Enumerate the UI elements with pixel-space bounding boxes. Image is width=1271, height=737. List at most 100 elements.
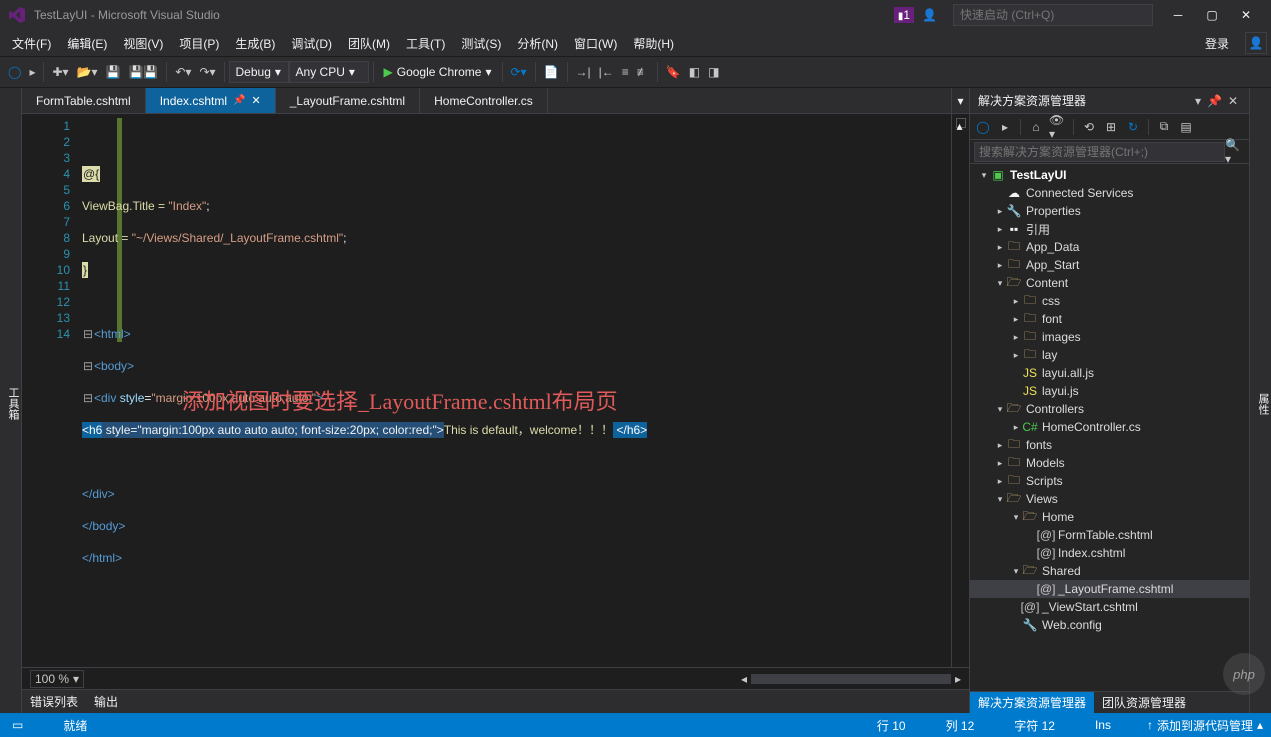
tree-item-css[interactable]: ▸🗀css: [970, 292, 1249, 310]
expand-icon[interactable]: ▾: [978, 170, 990, 181]
pin-icon[interactable]: 📌: [233, 95, 245, 106]
tree-item-app-data[interactable]: ▸🗀App_Data: [970, 238, 1249, 256]
sync-button[interactable]: 👁▾: [1049, 118, 1067, 136]
open-file-button[interactable]: 📂▾: [73, 61, 102, 83]
tree-item-font[interactable]: ▸🗀font: [970, 310, 1249, 328]
close-icon[interactable]: ✕: [252, 94, 261, 107]
source-control-button[interactable]: ↑ 添加到源代码管理 ▴: [1147, 717, 1263, 734]
tree-item-shared[interactable]: ▾🗁Shared: [970, 562, 1249, 580]
undo-button[interactable]: ↶▾: [171, 61, 195, 83]
tab-solution-explorer[interactable]: 解决方案资源管理器: [970, 692, 1094, 713]
new-item-button[interactable]: ✚▾: [48, 61, 72, 83]
hscroll-right[interactable]: ▸: [955, 672, 961, 686]
nav-fwd-button[interactable]: ▸: [25, 61, 39, 83]
scrollbar[interactable]: ▴: [951, 114, 969, 667]
expand-icon[interactable]: ▸: [1010, 296, 1022, 307]
expand-icon[interactable]: ▸: [994, 440, 1006, 451]
tree-item-layui-js[interactable]: JSlayui.js: [970, 382, 1249, 400]
notification-flag[interactable]: ▮1: [894, 7, 914, 23]
tree-item-controllers[interactable]: ▾🗁Controllers: [970, 400, 1249, 418]
solution-search-input[interactable]: [974, 142, 1225, 162]
expand-icon[interactable]: ▸: [994, 224, 1006, 235]
tree-item-home[interactable]: ▾🗁Home: [970, 508, 1249, 526]
menu-tools[interactable]: 工具(T): [398, 35, 453, 52]
login-button[interactable]: 登录: [1205, 35, 1237, 52]
properties-strip[interactable]: 属性: [1249, 88, 1271, 713]
tree-item-scripts[interactable]: ▸🗀Scripts: [970, 472, 1249, 490]
minimize-button[interactable]: ─: [1161, 2, 1195, 28]
code-editor[interactable]: 1234567891011121314 @{ ViewBag.Title = "…: [22, 114, 969, 667]
expand-icon[interactable]: ▾: [1010, 566, 1022, 577]
tree-item-web-config[interactable]: 🔧Web.config: [970, 616, 1249, 634]
platform-dropdown[interactable]: Any CPU▾: [289, 61, 369, 83]
run-button[interactable]: ▶Google Chrome▾: [378, 61, 498, 83]
back-button[interactable]: ◯: [974, 118, 992, 136]
tree-item-connected-services[interactable]: ☁Connected Services: [970, 184, 1249, 202]
zoom-dropdown[interactable]: 100 %▾: [30, 670, 84, 688]
expand-icon[interactable]: ▸: [1010, 332, 1022, 343]
tree-item-app-start[interactable]: ▸🗀App_Start: [970, 256, 1249, 274]
config-dropdown[interactable]: Debug▾: [229, 61, 289, 83]
expand-icon[interactable]: ▾: [1010, 512, 1022, 523]
tab-errorlist[interactable]: 错误列表: [30, 693, 78, 710]
properties-button[interactable]: ▤: [1177, 118, 1195, 136]
tree-item--layoutframe-cshtml[interactable]: [@]_LayoutFrame.cshtml: [970, 580, 1249, 598]
menu-edit[interactable]: 编辑(E): [59, 35, 115, 52]
tab-formtable[interactable]: FormTable.cshtml: [22, 88, 146, 113]
showall-button[interactable]: ⊞: [1102, 118, 1120, 136]
toolbox-strip[interactable]: 工具箱: [0, 88, 22, 713]
expand-icon[interactable]: ▾: [994, 404, 1006, 415]
tab-output[interactable]: 输出: [94, 693, 118, 710]
save-all-button[interactable]: 💾💾: [124, 61, 162, 83]
indent-button[interactable]: →|: [572, 61, 595, 83]
maximize-button[interactable]: ▢: [1195, 2, 1229, 28]
tree-item-layui-all-js[interactable]: JSlayui.all.js: [970, 364, 1249, 382]
outdent-button[interactable]: |←: [595, 61, 618, 83]
tree-item---[interactable]: ▸▪▪引用: [970, 220, 1249, 238]
nav-back-button[interactable]: ◯: [4, 61, 25, 83]
close-icon[interactable]: ✕: [1225, 94, 1241, 108]
expand-icon[interactable]: ▸: [994, 458, 1006, 469]
browser-link-button[interactable]: ⟳▾: [507, 61, 531, 83]
ext-button-1[interactable]: 📄: [540, 61, 563, 83]
refresh-button[interactable]: ↻: [1124, 118, 1142, 136]
menu-debug[interactable]: 调试(D): [283, 35, 340, 52]
expand-icon[interactable]: ▸: [994, 206, 1006, 217]
tree-item-models[interactable]: ▸🗀Models: [970, 454, 1249, 472]
feedback-icon[interactable]: 👤: [922, 8, 937, 22]
expand-icon[interactable]: ▸: [1010, 350, 1022, 361]
expand-icon[interactable]: ▾: [994, 278, 1006, 289]
tab-index[interactable]: Index.cshtml📌✕: [146, 88, 276, 113]
tree-item-images[interactable]: ▸🗀images: [970, 328, 1249, 346]
tree-item--viewstart-cshtml[interactable]: [@]_ViewStart.cshtml: [970, 598, 1249, 616]
menu-window[interactable]: 窗口(W): [566, 35, 625, 52]
tab-team-explorer[interactable]: 团队资源管理器: [1094, 692, 1194, 713]
tree-item-fonts[interactable]: ▸🗀fonts: [970, 436, 1249, 454]
menu-file[interactable]: 文件(F): [4, 35, 59, 52]
tree-item-formtable-cshtml[interactable]: [@]FormTable.cshtml: [970, 526, 1249, 544]
menu-test[interactable]: 测试(S): [453, 35, 509, 52]
tree-item-views[interactable]: ▾🗁Views: [970, 490, 1249, 508]
bookmark-button[interactable]: 🔖: [662, 61, 685, 83]
hscrollbar[interactable]: [751, 674, 951, 684]
tree-item-homecontroller-cs[interactable]: ▸C#HomeController.cs: [970, 418, 1249, 436]
save-button[interactable]: 💾: [102, 61, 125, 83]
collapse-button[interactable]: ⧉: [1155, 118, 1173, 136]
menu-view[interactable]: 视图(V): [115, 35, 171, 52]
quick-launch-input[interactable]: [953, 4, 1153, 26]
tree-item-properties[interactable]: ▸🔧Properties: [970, 202, 1249, 220]
fwd-button[interactable]: ▸: [996, 118, 1014, 136]
code-content[interactable]: @{ ViewBag.Title = "Index"; Layout = "~/…: [82, 114, 951, 667]
search-icon[interactable]: 🔍▾: [1225, 138, 1245, 166]
menu-project[interactable]: 项目(P): [171, 35, 227, 52]
hscroll-left[interactable]: ◂: [741, 672, 747, 686]
redo-button[interactable]: ↷▾: [195, 61, 219, 83]
expand-icon[interactable]: ▾: [994, 494, 1006, 505]
close-button[interactable]: ✕: [1229, 2, 1263, 28]
pin-icon[interactable]: 📌: [1204, 94, 1225, 108]
expand-icon[interactable]: ▸: [1010, 422, 1022, 433]
expand-icon[interactable]: ▸: [994, 260, 1006, 271]
comment-button[interactable]: ≡: [618, 61, 633, 83]
expand-icon[interactable]: ▸: [1010, 314, 1022, 325]
scope-button[interactable]: ⟲: [1080, 118, 1098, 136]
